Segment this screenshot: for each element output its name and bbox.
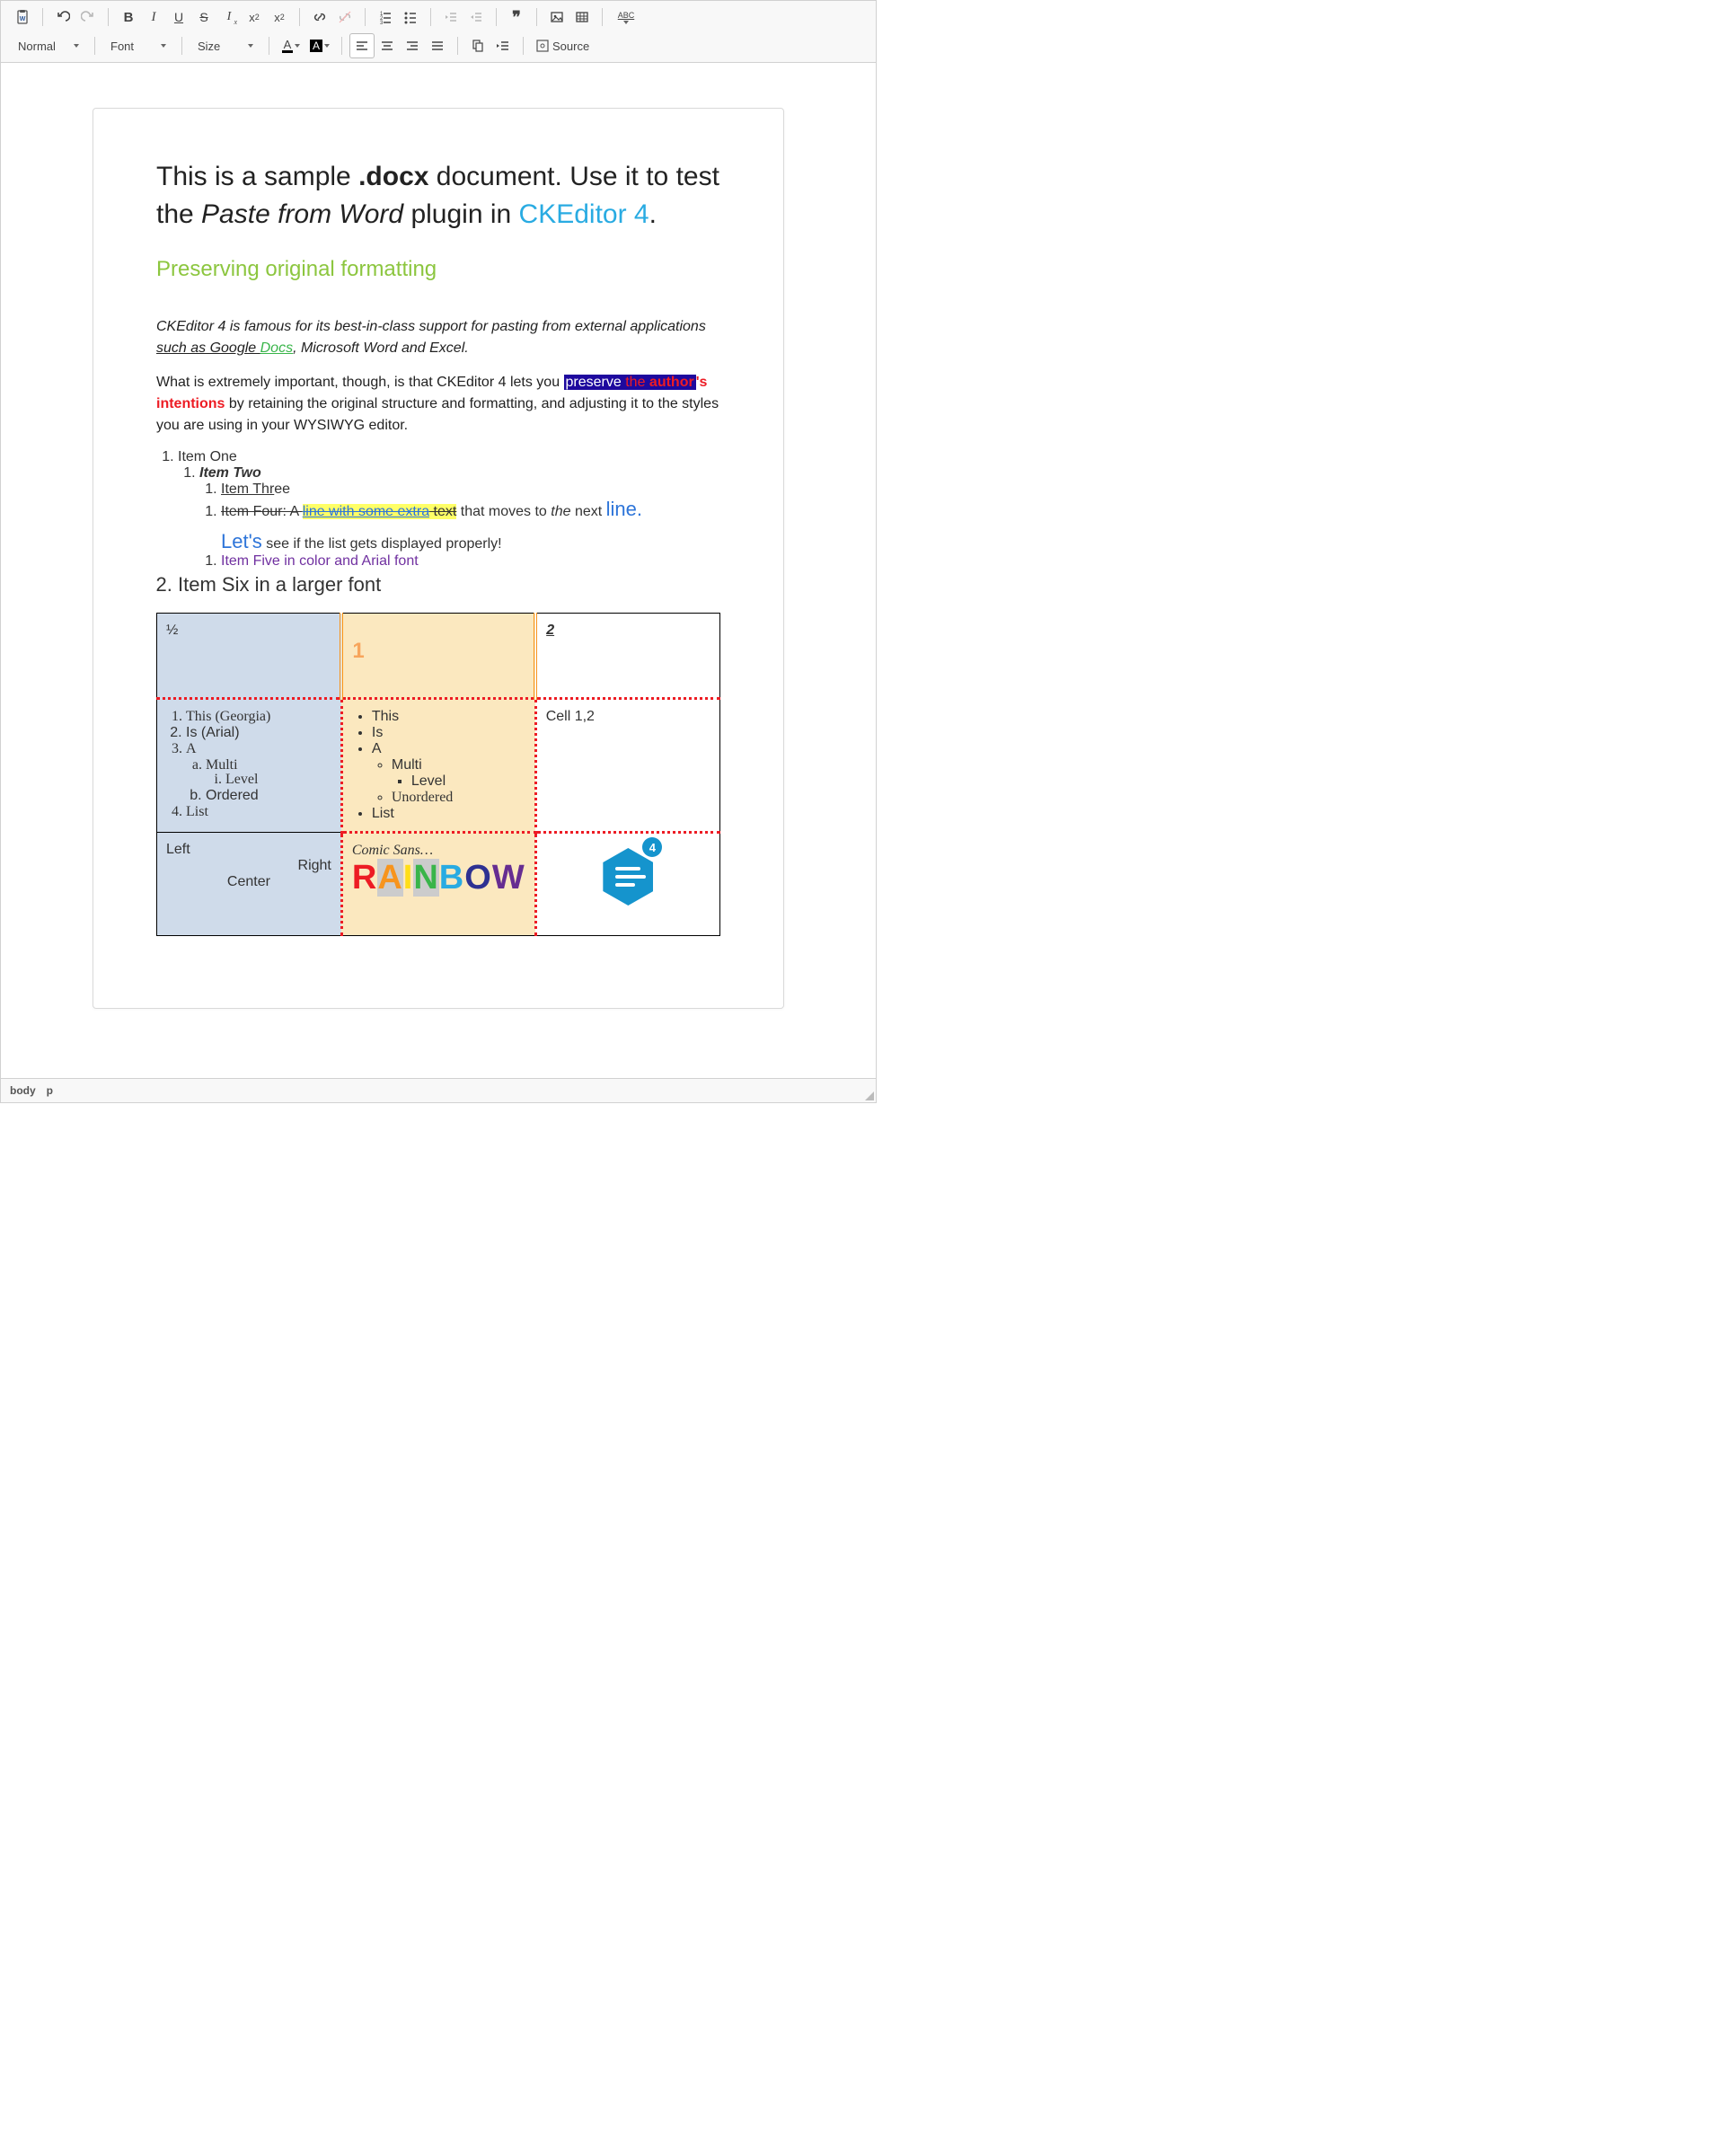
- justify-button[interactable]: [425, 33, 450, 58]
- resize-grip-icon[interactable]: [865, 1091, 874, 1100]
- strike-button[interactable]: S: [191, 4, 216, 30]
- list-item: Item Six in a larger font: [178, 573, 720, 596]
- superscript-button[interactable]: x2: [267, 4, 292, 30]
- table-cell: 1: [341, 614, 535, 699]
- editor-wrapper: W B I U S Ix x2 x2: [0, 0, 877, 1103]
- toolbar-row-1: W B I U S Ix x2 x2: [6, 4, 870, 33]
- document-page: This is a sample .docx document. Use it …: [93, 108, 784, 1009]
- format-select[interactable]: Normal: [10, 33, 87, 58]
- list-item: Item Three: [221, 482, 720, 498]
- table-cell: 2: [535, 614, 719, 699]
- text-color-button[interactable]: A: [277, 33, 305, 58]
- outdent-button[interactable]: [438, 4, 463, 30]
- subscript-button[interactable]: x2: [242, 4, 267, 30]
- image-button[interactable]: [544, 4, 569, 30]
- elements-path-bar: body p: [1, 1078, 876, 1102]
- blockquote-button[interactable]: ❞: [504, 4, 529, 30]
- size-select[interactable]: Size: [190, 33, 261, 58]
- undo-button[interactable]: [50, 4, 75, 30]
- toolbar: W B I U S Ix x2 x2: [1, 1, 876, 63]
- table-cell: ½: [157, 614, 342, 699]
- list-item: Item One Item Two Item Three Item Four: …: [178, 449, 720, 570]
- bold-button[interactable]: B: [116, 4, 141, 30]
- paragraph-2: What is extremely important, though, is …: [156, 372, 720, 437]
- table-cell: Comic Sans… RAINBOW: [341, 833, 535, 936]
- toolbar-row-2: Normal Font Size A A: [6, 33, 870, 62]
- align-center-button[interactable]: [375, 33, 400, 58]
- table-button[interactable]: [569, 4, 595, 30]
- redo-button[interactable]: [75, 4, 101, 30]
- table-cell: This (Georgia) Is (Arial) A Multi Level …: [157, 699, 342, 833]
- numbered-list-button[interactable]: 123: [373, 4, 398, 30]
- path-p[interactable]: p: [47, 1084, 53, 1097]
- table-cell: 4: [535, 833, 719, 936]
- remove-format-button[interactable]: Ix: [216, 4, 242, 30]
- sample-table: ½ 1 2 This (Georgia) Is (Arial) A Multi: [156, 613, 720, 936]
- italic-button[interactable]: I: [141, 4, 166, 30]
- ckeditor-link[interactable]: CKEditor 4: [519, 199, 649, 229]
- source-button[interactable]: Source: [531, 33, 595, 58]
- paragraph-1: CKEditor 4 is famous for its best-in-cla…: [156, 316, 720, 359]
- table-cell: This Is A Multi Level Unordered List: [341, 699, 535, 833]
- docs-link[interactable]: Docs: [260, 340, 293, 356]
- path-body[interactable]: body: [10, 1084, 36, 1097]
- svg-text:3: 3: [380, 21, 384, 24]
- rainbow-text: RAINBOW: [352, 859, 525, 897]
- editing-area[interactable]: This is a sample .docx document. Use it …: [1, 63, 876, 1078]
- copy-formatting-button[interactable]: [465, 33, 490, 58]
- bulleted-list-button[interactable]: [398, 4, 423, 30]
- link-button[interactable]: [307, 4, 332, 30]
- spellcheck-button[interactable]: ABC: [610, 4, 642, 30]
- sample-ordered-list: Item One Item Two Item Three Item Four: …: [156, 449, 720, 596]
- table-cell: Cell 1,2: [535, 699, 719, 833]
- ckeditor-logo-icon: 4: [603, 843, 653, 906]
- indent-button[interactable]: [463, 4, 489, 30]
- increase-indent-icon[interactable]: [490, 33, 516, 58]
- underline-button[interactable]: U: [166, 4, 191, 30]
- paste-from-word-button[interactable]: W: [10, 4, 35, 30]
- table-cell: Left Right Center: [157, 833, 342, 936]
- align-right-button[interactable]: [400, 33, 425, 58]
- subheading: Preserving original formatting: [156, 257, 720, 282]
- bg-color-button[interactable]: A: [305, 33, 334, 58]
- align-left-button[interactable]: [349, 33, 375, 58]
- list-item: Item Five in color and Arial font: [221, 553, 720, 570]
- list-item: Item Two Item Three Item Four: A line wi…: [199, 465, 720, 570]
- font-select[interactable]: Font: [102, 33, 174, 58]
- page-title: This is a sample .docx document. Use it …: [156, 158, 720, 234]
- unlink-button[interactable]: [332, 4, 357, 30]
- list-item: Item Four: A line with some extra text t…: [221, 498, 720, 553]
- svg-text:W: W: [20, 16, 26, 22]
